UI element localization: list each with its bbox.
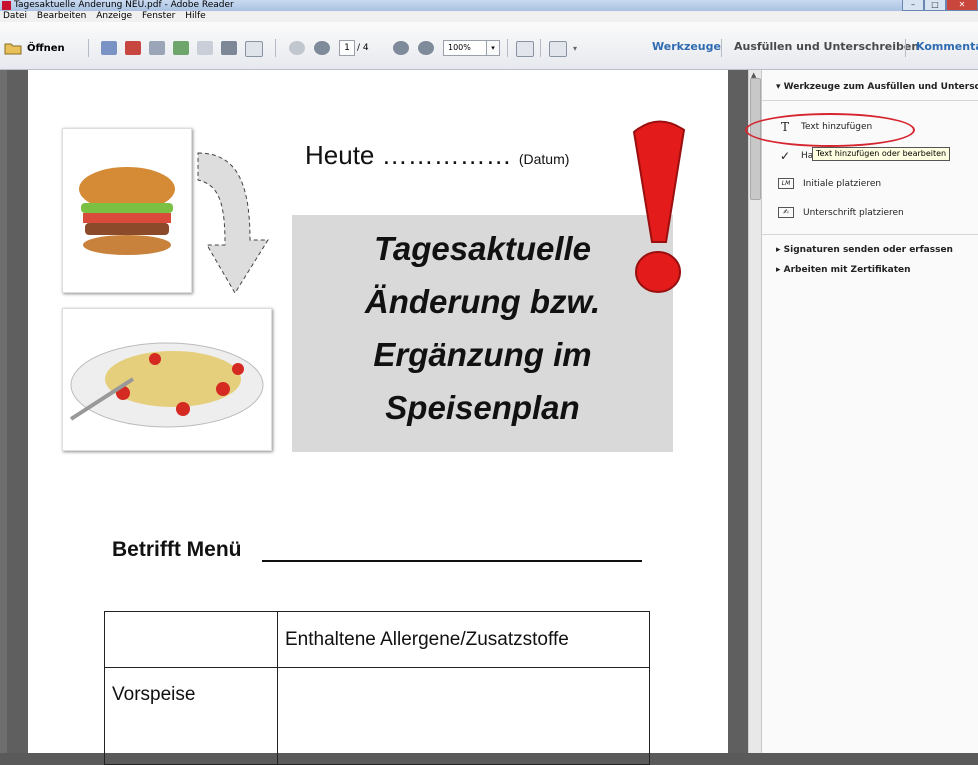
exclamation-mark-icon <box>632 120 686 293</box>
title-line-2: Änderung bzw. <box>364 283 601 320</box>
toolbar-separator <box>721 39 722 57</box>
tools-panel: ▾ Werkzeuge zum Ausfüllen und Unterschr.… <box>761 70 978 753</box>
section-signaturen[interactable]: ▸ Signaturen senden oder erfassen <box>776 245 953 255</box>
menu-hilfe[interactable]: Hilfe <box>185 11 205 21</box>
title-line-4: Speisenplan <box>385 389 580 426</box>
pasta-image <box>62 308 272 451</box>
panel-header[interactable]: ▾ Werkzeuge zum Ausfüllen und Unterschr.… <box>776 82 978 92</box>
collapse-triangle-icon: ▾ <box>776 82 784 92</box>
section-label: Arbeiten mit Zertifikaten <box>783 265 911 275</box>
table-cell <box>104 611 278 668</box>
window-title: Tagesaktuelle Änderung NEU.pdf - Adobe R… <box>14 0 234 10</box>
create-pdf-icon[interactable] <box>101 41 117 55</box>
table-row: Enthaltene Allergene/Zusatzstoffe <box>104 611 650 668</box>
zoom-dropdown-icon[interactable]: ▾ <box>486 40 500 56</box>
title-line-1: Tagesaktuelle <box>373 230 592 267</box>
menu-anzeige[interactable]: Anzeige <box>96 11 132 21</box>
page-number-input[interactable]: 1 <box>339 40 355 56</box>
table-header-allergene: Enthaltene Allergene/Zusatzstoffe <box>277 611 650 668</box>
zoom-out-icon[interactable] <box>393 41 409 55</box>
betrifft-menu-label: Betrifft Menü <box>112 538 242 561</box>
datum-label: (Datum) <box>518 151 570 167</box>
menu-bearbeiten[interactable]: Bearbeiten <box>37 11 86 21</box>
customize-dropdown-icon[interactable]: ▾ <box>573 38 577 58</box>
folder-icon <box>4 43 22 55</box>
red-highlight-circle <box>745 113 915 147</box>
tab-kommentar[interactable]: Kommentar <box>916 40 978 53</box>
previous-page-icon[interactable] <box>289 41 305 55</box>
zoom-in-icon[interactable] <box>418 41 434 55</box>
tab-werkzeuge[interactable]: Werkzeuge <box>652 40 721 53</box>
navigation-strip <box>0 70 7 753</box>
expand-triangle-icon: ▸ <box>776 245 784 255</box>
adobe-reader-icon <box>2 1 11 10</box>
panel-item-unterschrift[interactable]: ✍ Unterschrift platzieren <box>778 207 904 218</box>
convert-icon[interactable] <box>125 41 141 55</box>
panel-header-label: Werkzeuge zum Ausfüllen und Unterschr... <box>783 82 978 92</box>
page-total: / 4 <box>357 43 369 53</box>
expand-triangle-icon: ▸ <box>776 265 784 275</box>
open-label: Öffnen <box>27 42 65 54</box>
section-label: Signaturen senden oder erfassen <box>783 245 953 255</box>
toolbar-separator <box>507 39 508 57</box>
fit-page-icon[interactable] <box>516 41 534 57</box>
toolbar: Öffnen 1 / 4 100% ▾ ▾ Werkzeuge Ausfülle… <box>0 22 978 70</box>
edit-icon[interactable] <box>149 41 165 55</box>
close-button[interactable]: ✕ <box>946 0 978 11</box>
email-icon[interactable] <box>245 41 263 57</box>
toolbar-separator <box>540 39 541 57</box>
section-zertifikate[interactable]: ▸ Arbeiten mit Zertifikaten <box>776 265 911 275</box>
print-icon[interactable] <box>221 41 237 55</box>
toolbar-separator <box>88 39 89 57</box>
maximize-button[interactable]: □ <box>924 0 946 11</box>
burger-image <box>62 128 192 293</box>
table-row-label: Vorspeise <box>104 667 278 765</box>
allergen-table: Enthaltene Allergene/Zusatzstoffe Vorspe… <box>104 611 650 765</box>
table-cell <box>277 667 650 765</box>
curved-arrow-icon <box>197 152 269 294</box>
toolbar-separator <box>905 39 906 57</box>
save-icon[interactable] <box>197 41 213 55</box>
table-row: Vorspeise <box>104 667 650 765</box>
menu-datei[interactable]: Datei <box>3 11 27 21</box>
window-controls: – □ ✕ <box>902 0 978 11</box>
full-screen-icon[interactable] <box>549 41 567 57</box>
panel-divider <box>762 234 978 235</box>
title-line-3: Ergänzung im <box>373 336 592 373</box>
panel-item-haekchen[interactable]: ✓ Ha <box>778 149 813 163</box>
open-button[interactable]: Öffnen <box>4 38 65 58</box>
tooltip: Text hinzufügen oder bearbeiten <box>812 147 951 161</box>
vertical-scrollbar[interactable]: ▲ <box>748 70 761 753</box>
panel-divider <box>762 100 978 101</box>
panel-item-label: Initiale platzieren <box>803 178 882 189</box>
betrifft-fill-line <box>262 560 642 562</box>
pasta-illustration <box>69 342 264 428</box>
zoom-input[interactable]: 100% <box>443 40 487 56</box>
signature-icon: ✍ <box>778 207 794 218</box>
minimize-button[interactable]: – <box>902 0 924 11</box>
initials-icon: LM <box>778 178 794 189</box>
heute-text: Heute …………… <box>305 140 512 170</box>
title-bar: Tagesaktuelle Änderung NEU.pdf - Adobe R… <box>0 0 978 11</box>
checkmark-icon: ✓ <box>779 149 791 163</box>
cloud-upload-icon[interactable] <box>173 41 189 55</box>
menu-fenster[interactable]: Fenster <box>142 11 175 21</box>
toolbar-separator <box>275 39 276 57</box>
menu-bar: Datei Bearbeiten Anzeige Fenster Hilfe <box>0 11 978 22</box>
panel-item-label: Unterschrift platzieren <box>803 207 904 218</box>
burger-illustration <box>79 167 175 255</box>
date-line: Heute …………… (Datum) <box>305 140 569 171</box>
next-page-icon[interactable] <box>314 41 330 55</box>
title-box: Tagesaktuelle Änderung bzw. Ergänzung im… <box>292 215 673 452</box>
panel-item-initiale[interactable]: LM Initiale platzieren <box>778 178 881 189</box>
tab-ausfuellen[interactable]: Ausfüllen und Unterschreiben <box>734 40 919 53</box>
